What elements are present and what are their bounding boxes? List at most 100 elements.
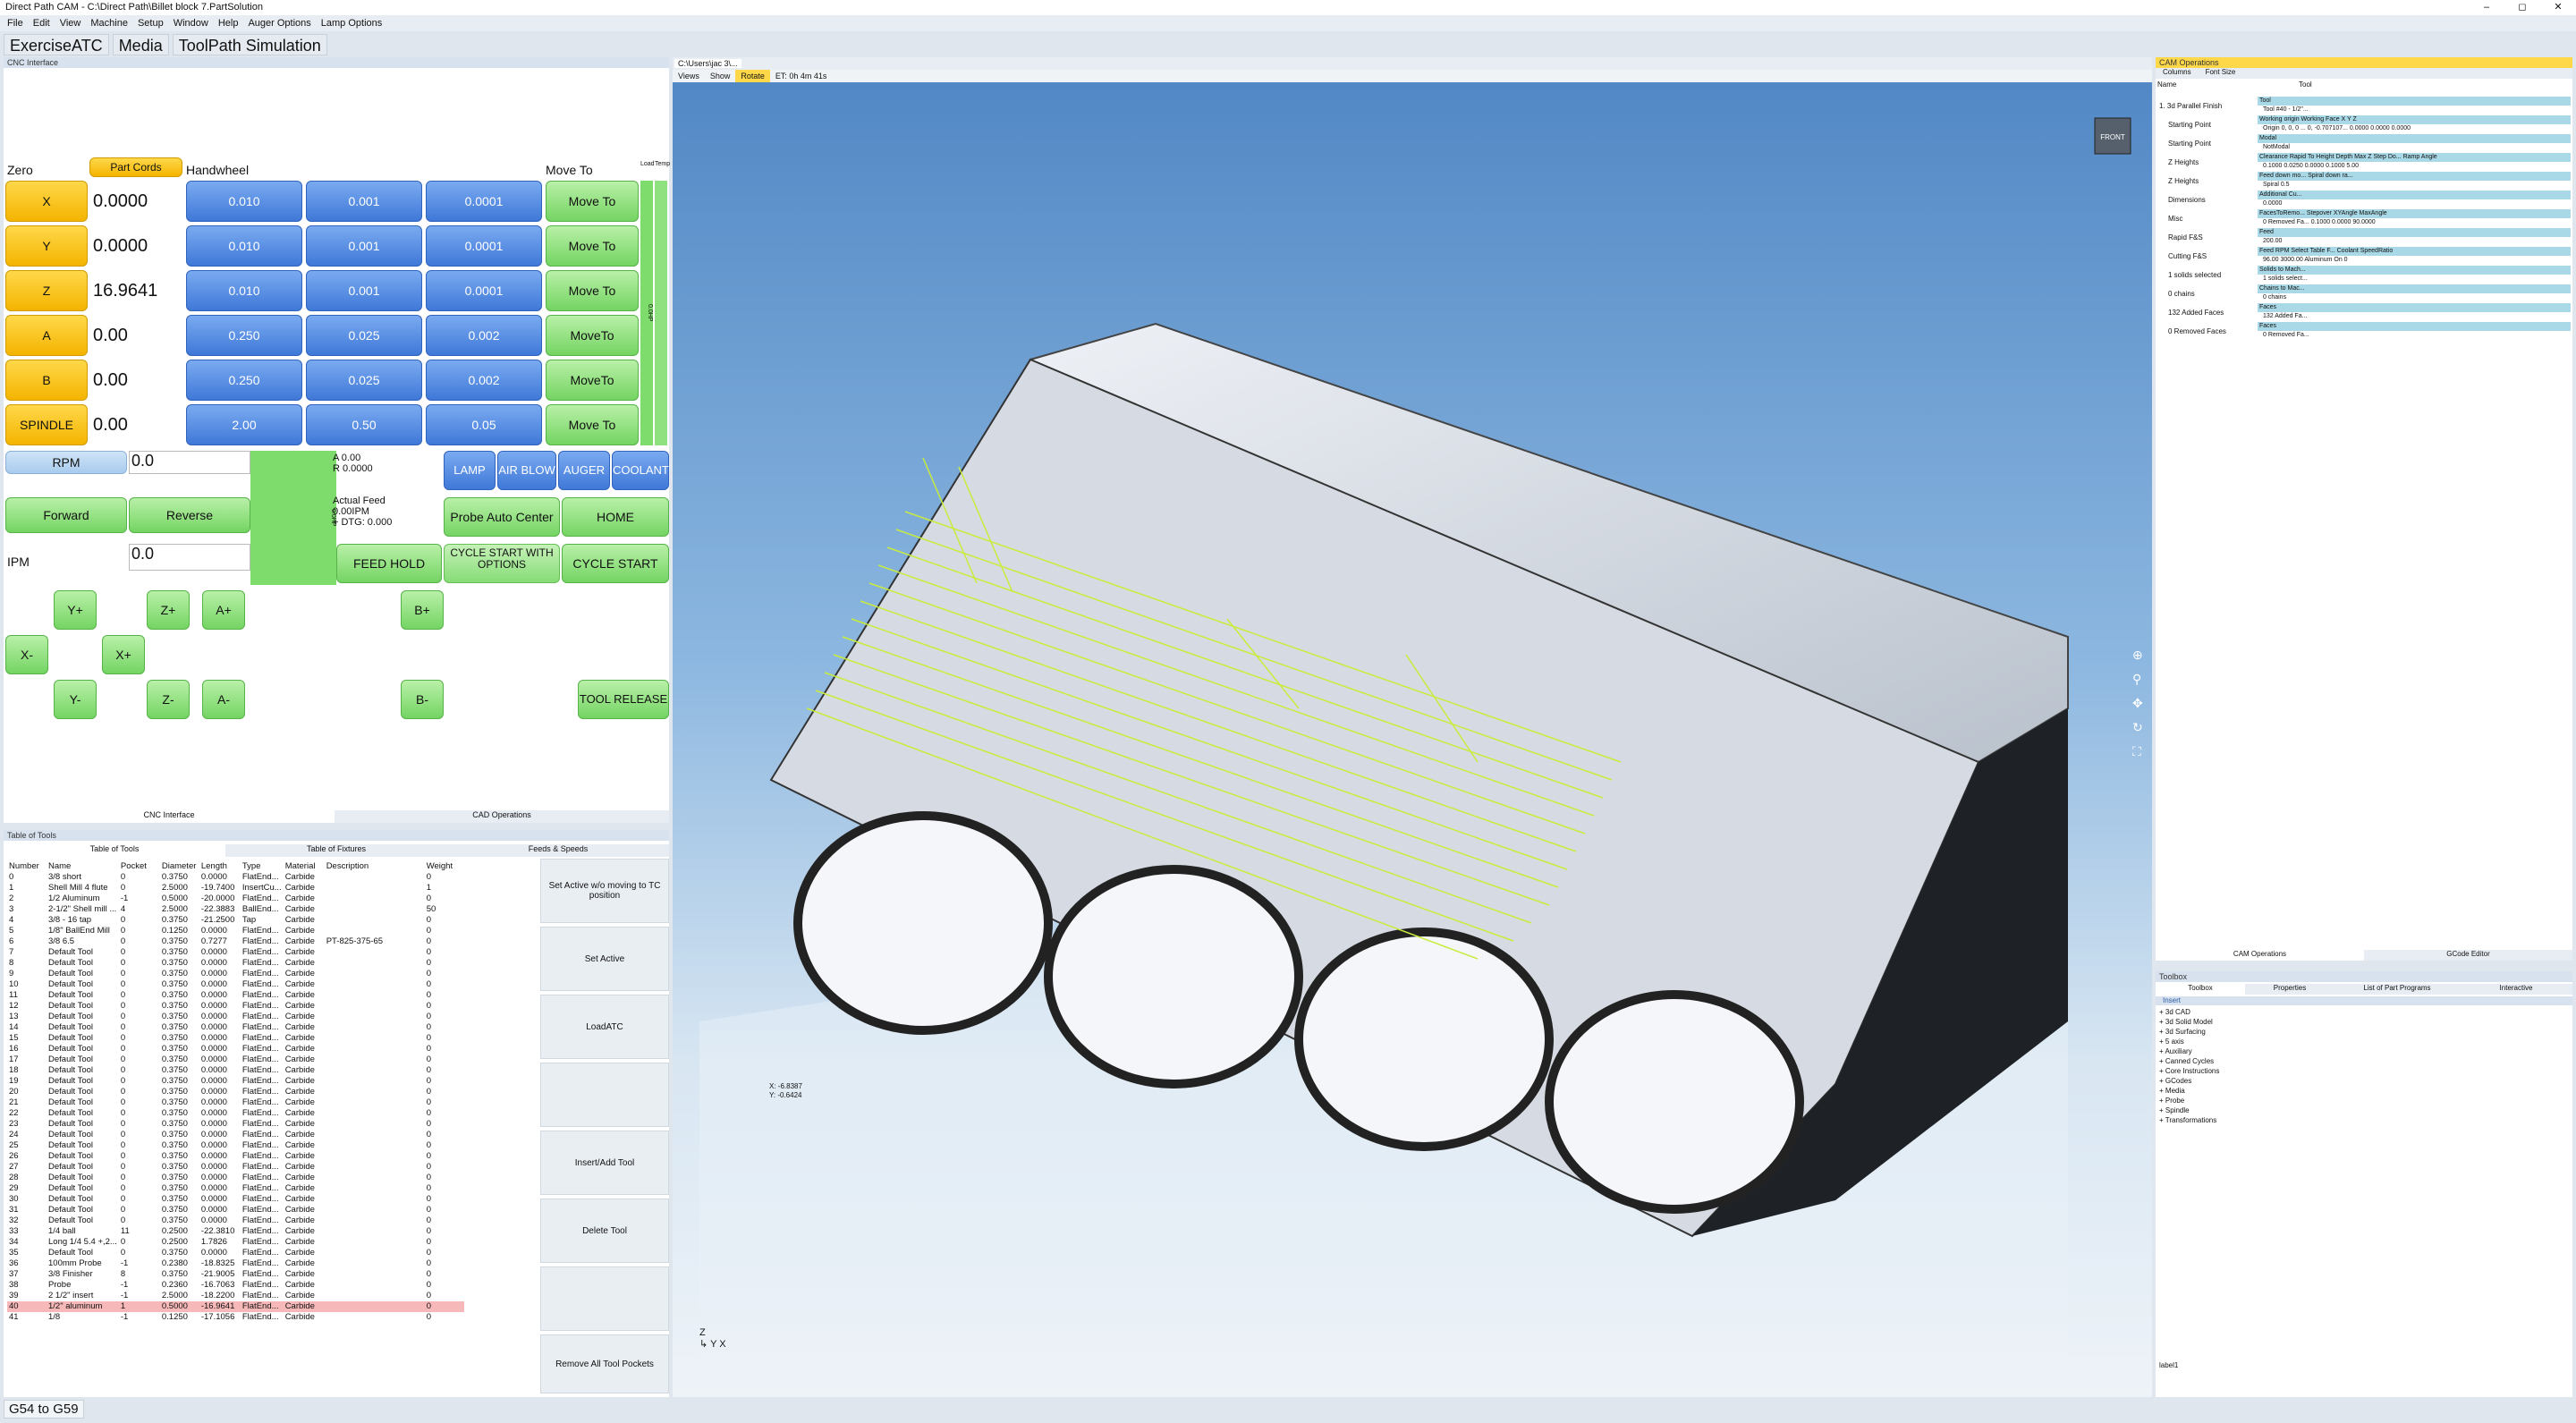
- z-step-fine[interactable]: 0.0001: [426, 270, 542, 311]
- table-row[interactable]: 6 3/8 6.5 0 0.3750 0.7277 FlatEnd... Carbide PT…: [7, 936, 464, 947]
- feed-hold-button[interactable]: FEED HOLD: [336, 544, 442, 583]
- toolbox-item[interactable]: + GCodes: [2159, 1076, 2219, 1086]
- expand-icon[interactable]: +: [2159, 1116, 2165, 1124]
- toolbox-item[interactable]: + Canned Cycles: [2159, 1056, 2219, 1066]
- x-step-fine[interactable]: 0.0001: [426, 181, 542, 222]
- zero-y-button[interactable]: Y: [5, 225, 88, 267]
- tab-cam-operations[interactable]: CAM Operations: [2156, 950, 2364, 961]
- insert-add-tool-button[interactable]: Insert/Add Tool: [540, 1131, 669, 1195]
- table-row[interactable]: 34 Long 1/4 5.4 +,2... 0 0.2500 1.7826 FlatEn…: [7, 1237, 464, 1248]
- expand-icon[interactable]: +: [2159, 1067, 2165, 1075]
- cam-tree-item[interactable]: Z Heights: [2159, 153, 2258, 172]
- table-row[interactable]: 33 1/4 ball 11 0.2500 -22.3810 FlatEnd... Carb…: [7, 1226, 464, 1237]
- jog-a-plus-button[interactable]: A+: [202, 590, 245, 630]
- cam-detail-value[interactable]: 0.0000: [2258, 199, 2571, 208]
- cam-detail-value[interactable]: Tool #40 - 1/2"...: [2258, 106, 2571, 114]
- table-row[interactable]: 2 1/2 Aluminum -1 0.5000 -20.0000 FlatEnd... C…: [7, 894, 464, 904]
- spindle-step-fine[interactable]: 0.05: [426, 404, 542, 445]
- cycle-start-button[interactable]: CYCLE START: [562, 544, 669, 583]
- menu-file[interactable]: File: [7, 15, 23, 31]
- cam-tree-item[interactable]: Rapid F&S: [2159, 228, 2258, 247]
- cam-tree-item[interactable]: 132 Added Faces: [2159, 303, 2258, 322]
- table-row[interactable]: 23 Default Tool 0 0.3750 0.0000 FlatEnd... Car…: [7, 1119, 464, 1130]
- cam-detail-value[interactable]: 0 chains: [2258, 293, 2571, 302]
- table-row[interactable]: 16 Default Tool 0 0.3750 0.0000 FlatEnd... Car…: [7, 1044, 464, 1055]
- maximize-icon[interactable]: ◻: [2504, 0, 2540, 15]
- cam-detail-value[interactable]: 0.1000 0.0250 0.0000 0.1000 5.00: [2258, 162, 2571, 171]
- part-cords-button[interactable]: Part Cords: [89, 157, 182, 177]
- rpm-input[interactable]: 0.0: [129, 451, 250, 474]
- zoom-in-icon[interactable]: ⊕: [2132, 648, 2143, 663]
- table-row[interactable]: 32 Default Tool 0 0.3750 0.0000 FlatEnd... Car…: [7, 1215, 464, 1226]
- table-row[interactable]: 39 2 1/2" insert -1 2.5000 -18.2200 FlatEnd..…: [7, 1291, 464, 1301]
- table-row[interactable]: 19 Default Tool 0 0.3750 0.0000 FlatEnd... Car…: [7, 1076, 464, 1087]
- jog-z-plus-button[interactable]: Z+: [147, 590, 190, 630]
- table-row[interactable]: 15 Default Tool 0 0.3750 0.0000 FlatEnd... Car…: [7, 1033, 464, 1044]
- zero-a-button[interactable]: A: [5, 315, 88, 356]
- b-step-medium[interactable]: 0.025: [306, 360, 422, 401]
- columns-menu[interactable]: Columns: [2156, 68, 2199, 79]
- table-row[interactable]: 14 Default Tool 0 0.3750 0.0000 FlatEnd... Car…: [7, 1022, 464, 1033]
- rotate-view-icon[interactable]: ↻: [2132, 720, 2143, 735]
- toolbox-item[interactable]: + Probe: [2159, 1096, 2219, 1105]
- toolbox-item[interactable]: + 3d Surfacing: [2159, 1027, 2219, 1037]
- x-step-coarse[interactable]: 0.010: [186, 181, 302, 222]
- table-row[interactable]: 17 Default Tool 0 0.3750 0.0000 FlatEnd... Car…: [7, 1055, 464, 1065]
- y-step-coarse[interactable]: 0.010: [186, 225, 302, 267]
- toolbox-item[interactable]: + Transformations: [2159, 1115, 2219, 1125]
- table-row[interactable]: 28 Default Tool 0 0.3750 0.0000 FlatEnd... Car…: [7, 1173, 464, 1183]
- spindle-forward-button[interactable]: Forward: [5, 497, 127, 533]
- table-row[interactable]: 9 Default Tool 0 0.3750 0.0000 FlatEnd... Carb…: [7, 969, 464, 979]
- delete-tool-button[interactable]: Delete Tool: [540, 1199, 669, 1263]
- cam-tree-item[interactable]: Misc: [2159, 209, 2258, 228]
- menu-view[interactable]: View: [60, 15, 81, 31]
- jog-y-plus-button[interactable]: Y+: [54, 590, 97, 630]
- cam-tree-item[interactable]: 1. 3d Parallel Finish: [2159, 97, 2258, 115]
- zero-x-button[interactable]: X: [5, 181, 88, 222]
- tab-cad-operations[interactable]: CAD Operations: [335, 810, 669, 823]
- cam-detail-value[interactable]: 0 Removed Fa...: [2258, 331, 2571, 340]
- toolbox-item[interactable]: + Media: [2159, 1086, 2219, 1096]
- cam-detail-value[interactable]: 132 Added Fa...: [2258, 312, 2571, 321]
- jog-x-plus-button[interactable]: X+: [102, 635, 145, 674]
- auger-button[interactable]: AUGER: [558, 451, 610, 490]
- zero-b-button[interactable]: B: [5, 360, 88, 401]
- b-step-fine[interactable]: 0.002: [426, 360, 542, 401]
- toolbox-item[interactable]: + 5 axis: [2159, 1037, 2219, 1046]
- toolbox-item[interactable]: + 3d CAD: [2159, 1007, 2219, 1017]
- cam-detail-value[interactable]: Spiral 0.5: [2258, 181, 2571, 190]
- cam-detail-value[interactable]: NotModal: [2258, 143, 2571, 152]
- table-row[interactable]: 24 Default Tool 0 0.3750 0.0000 FlatEnd... Car…: [7, 1130, 464, 1140]
- y-step-fine[interactable]: 0.0001: [426, 225, 542, 267]
- toolbox-item[interactable]: + Spindle: [2159, 1105, 2219, 1115]
- tab-exercise-atc[interactable]: ExerciseATC: [4, 34, 109, 55]
- menu-setup[interactable]: Setup: [138, 15, 164, 31]
- table-row[interactable]: 4 3/8 - 16 tap 0 0.3750 -21.2500 Tap Carbide 0: [7, 915, 464, 926]
- cam-tree-item[interactable]: Starting Point: [2159, 134, 2258, 153]
- table-row[interactable]: 37 3/8 Finisher 8 0.3750 -21.9005 FlatEnd... C…: [7, 1269, 464, 1280]
- toolbox-item[interactable]: + Core Instructions: [2159, 1066, 2219, 1076]
- z-step-medium[interactable]: 0.001: [306, 270, 422, 311]
- table-row[interactable]: 18 Default Tool 0 0.3750 0.0000 FlatEnd... Car…: [7, 1065, 464, 1076]
- jog-b-plus-button[interactable]: B+: [401, 590, 444, 630]
- table-row[interactable]: 3 2-1/2" Shell mill ... 4 2.5000 -22.3883 Bal…: [7, 904, 464, 915]
- table-row[interactable]: 11 Default Tool 0 0.3750 0.0000 FlatEnd... Car…: [7, 990, 464, 1001]
- rotate-button[interactable]: Rotate: [735, 70, 770, 82]
- table-row[interactable]: 21 Default Tool 0 0.3750 0.0000 FlatEnd... Car…: [7, 1097, 464, 1108]
- cam-tree-item[interactable]: Z Heights: [2159, 172, 2258, 191]
- cam-detail-value[interactable]: 0 Removed Fa... 0.1000 0.0000 90.0000: [2258, 218, 2571, 227]
- table-row[interactable]: 13 Default Tool 0 0.3750 0.0000 FlatEnd... Car…: [7, 1012, 464, 1022]
- table-row[interactable]: 26 Default Tool 0 0.3750 0.0000 FlatEnd... Car…: [7, 1151, 464, 1162]
- table-row[interactable]: 10 Default Tool 0 0.3750 0.0000 FlatEnd... Car…: [7, 979, 464, 990]
- tab-toolpath-simulation[interactable]: ToolPath Simulation: [172, 34, 327, 55]
- cam-tree-item[interactable]: Dimensions: [2159, 191, 2258, 209]
- jog-y-minus-button[interactable]: Y-: [54, 680, 97, 719]
- menu-help[interactable]: Help: [218, 15, 239, 31]
- jog-a-minus-button[interactable]: A-: [202, 680, 245, 719]
- toolbox-item[interactable]: + 3d Solid Model: [2159, 1017, 2219, 1027]
- rpm-label-button[interactable]: RPM: [5, 451, 127, 474]
- table-row[interactable]: 0 3/8 short 0 0.3750 0.0000 FlatEnd... Carbide…: [7, 872, 464, 883]
- table-row[interactable]: 38 Probe -1 0.2360 -16.7063 FlatEnd... Carbide…: [7, 1280, 464, 1291]
- spindle-step-coarse[interactable]: 2.00: [186, 404, 302, 445]
- table-row[interactable]: 31 Default Tool 0 0.3750 0.0000 FlatEnd... Car…: [7, 1205, 464, 1215]
